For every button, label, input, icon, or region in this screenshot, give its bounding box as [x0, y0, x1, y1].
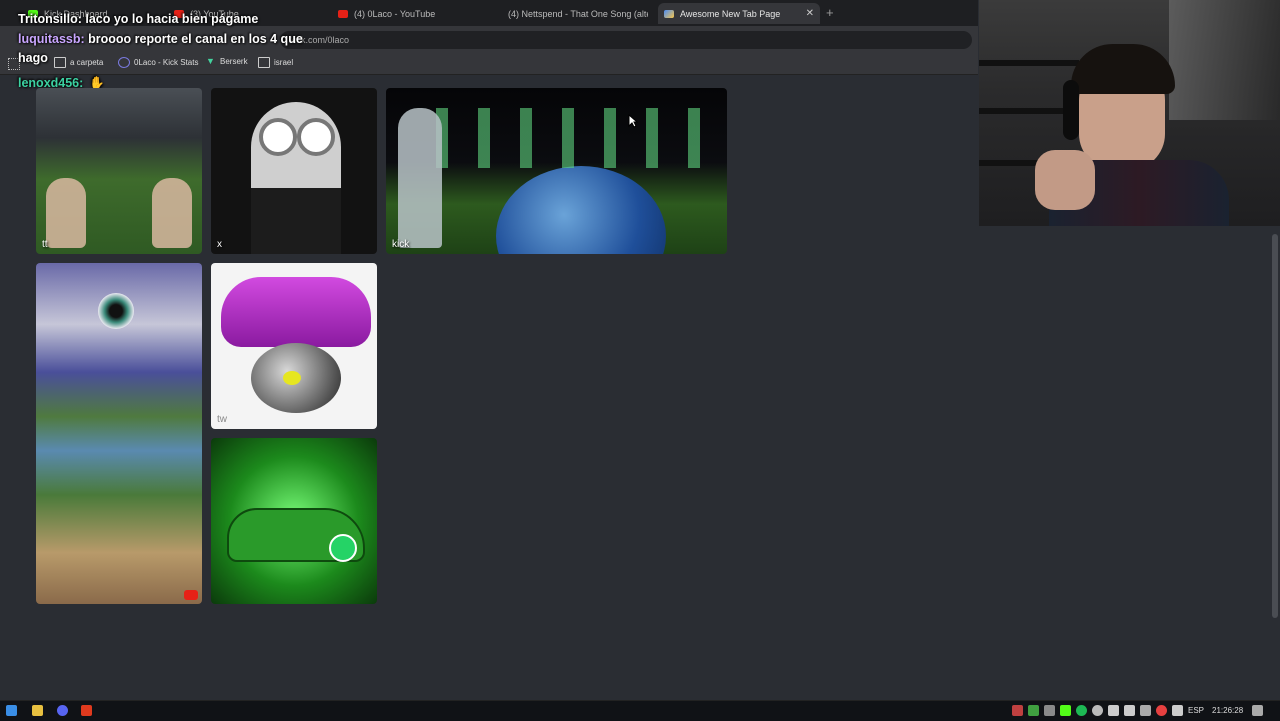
tab-label: (4) 0Laco - YouTube	[354, 8, 436, 19]
bookmark-berserk[interactable]: ▼ Berserk	[206, 56, 248, 67]
file-explorer-icon[interactable]	[32, 705, 43, 716]
astronaut-figure	[398, 108, 442, 248]
brave-browser-icon[interactable]	[81, 705, 92, 716]
berserk-icon: ▼	[206, 56, 215, 66]
url-field[interactable]: kick.com/0laco	[280, 31, 972, 49]
bookmark-carpeta[interactable]: a carpeta	[54, 57, 103, 68]
yellow-eye	[283, 371, 301, 385]
microphone-icon[interactable]	[1172, 705, 1183, 716]
tab-0laco-youtube[interactable]: (4) 0Laco - YouTube	[338, 3, 488, 24]
kick-tray-icon[interactable]	[1060, 705, 1071, 716]
taskbar: ESP 21:26:28	[0, 700, 1280, 721]
bookmark-israel[interactable]: israel	[258, 57, 293, 68]
mouse-cursor-icon	[628, 113, 639, 133]
tab-label: Awesome New Tab Page	[680, 8, 781, 19]
whatsapp-icon	[329, 534, 357, 562]
discord-icon[interactable]	[57, 705, 68, 716]
network-icon[interactable]	[1124, 705, 1135, 716]
chart-icon	[118, 57, 130, 68]
chat-text: broooo reporte el canal en los 4 que	[84, 32, 303, 46]
chat-text: laco yo lo hacia bien págame	[81, 12, 259, 26]
alien-figures	[406, 108, 706, 168]
tray-app-icon[interactable]	[1028, 705, 1039, 716]
scrollbar-thumb[interactable]	[1272, 234, 1278, 618]
chat-username: Tritonsillo:	[18, 12, 82, 26]
shortcut-tile-x[interactable]: x	[211, 88, 377, 254]
goggle-right	[297, 118, 335, 156]
hands-image	[152, 178, 192, 248]
goggle-left	[259, 118, 297, 156]
shelf	[979, 60, 1079, 66]
windows-start-icon[interactable]	[6, 705, 17, 716]
volume-icon[interactable]	[1108, 705, 1119, 716]
folder-icon	[54, 57, 66, 68]
tab-label: (4) Nettspend - That One Song (alte	[508, 8, 648, 19]
bookmark-kick-stats[interactable]: 0Laco - Kick Stats	[118, 57, 198, 68]
shortcut-tile-eye-landscape[interactable]	[36, 263, 202, 604]
youtube-icon	[184, 590, 198, 600]
bookmark-label: a carpeta	[70, 58, 104, 67]
page-scrollbar[interactable]	[1270, 226, 1280, 700]
notification-icon[interactable]	[1252, 705, 1263, 716]
earth-image	[496, 166, 666, 254]
shortcut-tile-tt[interactable]: tt	[36, 88, 202, 254]
streamer-hand	[1035, 150, 1095, 210]
shortcut-tile-kick[interactable]: kick	[386, 88, 727, 254]
tuxedo	[251, 188, 341, 254]
chat-text: hago	[18, 51, 48, 65]
tray-app-icon[interactable]	[1012, 705, 1023, 716]
webcam-overlay	[979, 0, 1280, 226]
tile-label: x	[217, 239, 222, 250]
shortcut-tile-tw[interactable]: tw	[211, 263, 377, 429]
clock[interactable]: 21:26:28	[1212, 706, 1243, 715]
language-indicator[interactable]: ESP	[1188, 706, 1204, 715]
tile-label: tt	[42, 239, 48, 250]
eye-image	[98, 293, 134, 329]
tray-app-icon[interactable]	[1092, 705, 1103, 716]
newtab-icon	[664, 9, 674, 18]
chat-message: luquitassb: broooo reporte el canal en l…	[18, 32, 303, 46]
purple-hat-image	[221, 277, 371, 347]
bookmark-label: 0Laco - Kick Stats	[134, 58, 199, 67]
chat-message: Tritonsillo: laco yo lo hacia bien págam…	[18, 12, 258, 26]
bookmark-label: Berserk	[220, 57, 248, 66]
tab-nettspend[interactable]: (4) Nettspend - That One Song (alte	[502, 3, 648, 24]
chat-username: luquitassb:	[18, 32, 85, 46]
tile-label: kick	[392, 239, 410, 250]
hands-image	[46, 178, 86, 248]
spotify-icon[interactable]	[1076, 705, 1087, 716]
tray-app-icon[interactable]	[1044, 705, 1055, 716]
tray-app-icon[interactable]	[1140, 705, 1151, 716]
tab-awesome-new-tab-page[interactable]: Awesome New Tab Page ✕	[658, 3, 820, 24]
folder-icon	[258, 57, 270, 68]
shortcut-tile-green-car[interactable]	[211, 438, 377, 604]
youtube-icon	[338, 9, 348, 18]
chat-message-continued: hago	[18, 51, 48, 65]
clothing-rack	[1169, 0, 1280, 120]
headset-icon	[1063, 80, 1079, 140]
streamer-hair	[1071, 44, 1175, 94]
new-tab-button[interactable]: +	[826, 5, 834, 20]
bookmark-label: israel	[274, 58, 294, 67]
tile-label: tw	[217, 414, 227, 425]
tray-app-icon[interactable]	[1156, 705, 1167, 716]
close-icon[interactable]: ✕	[806, 8, 814, 19]
